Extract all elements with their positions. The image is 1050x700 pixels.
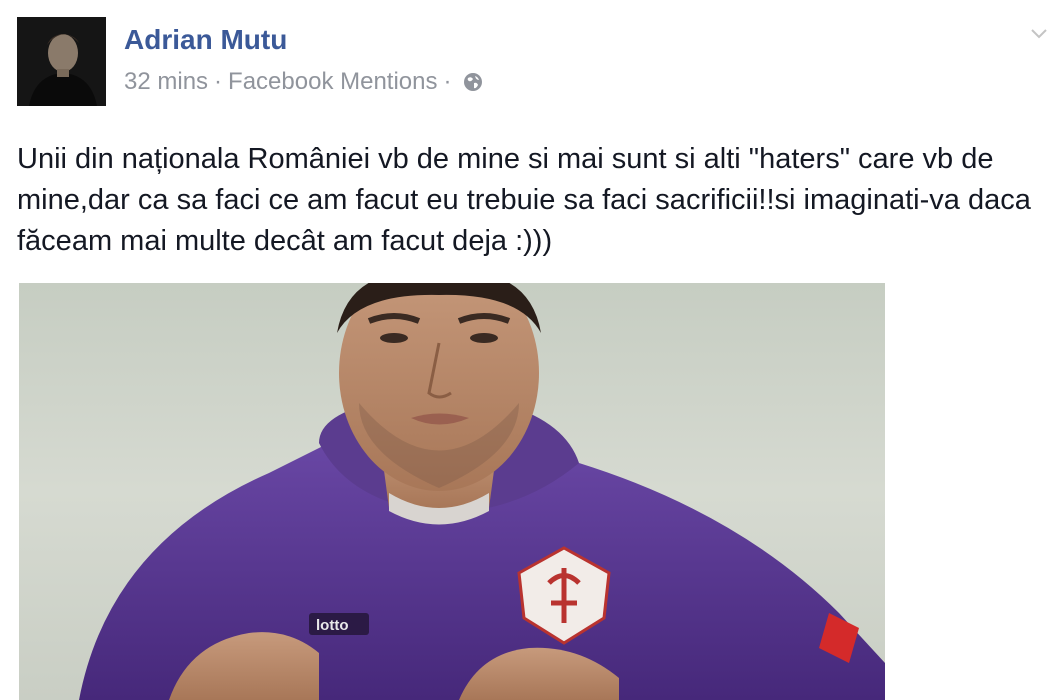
avatar-image [17,17,106,106]
post-photo[interactable]: lotto [19,283,885,700]
chevron-down-icon[interactable] [1028,22,1050,44]
author-name[interactable]: Adrian Mutu [124,24,287,56]
post-source[interactable]: Facebook Mentions [228,68,437,96]
facebook-post: Adrian Mutu 32 mins · Facebook Mentions … [0,0,1050,700]
globe-icon[interactable] [462,71,484,93]
post-meta: 32 mins · Facebook Mentions · [124,68,484,96]
meta-separator: · [443,68,452,95]
avatar[interactable] [17,17,106,106]
timestamp[interactable]: 32 mins [124,68,208,96]
jersey-brand-text: lotto [316,617,348,634]
meta-separator: · [214,68,223,95]
photo-image: lotto [19,283,885,700]
post-text: Unii din naționala României vb de mine s… [17,143,1031,257]
